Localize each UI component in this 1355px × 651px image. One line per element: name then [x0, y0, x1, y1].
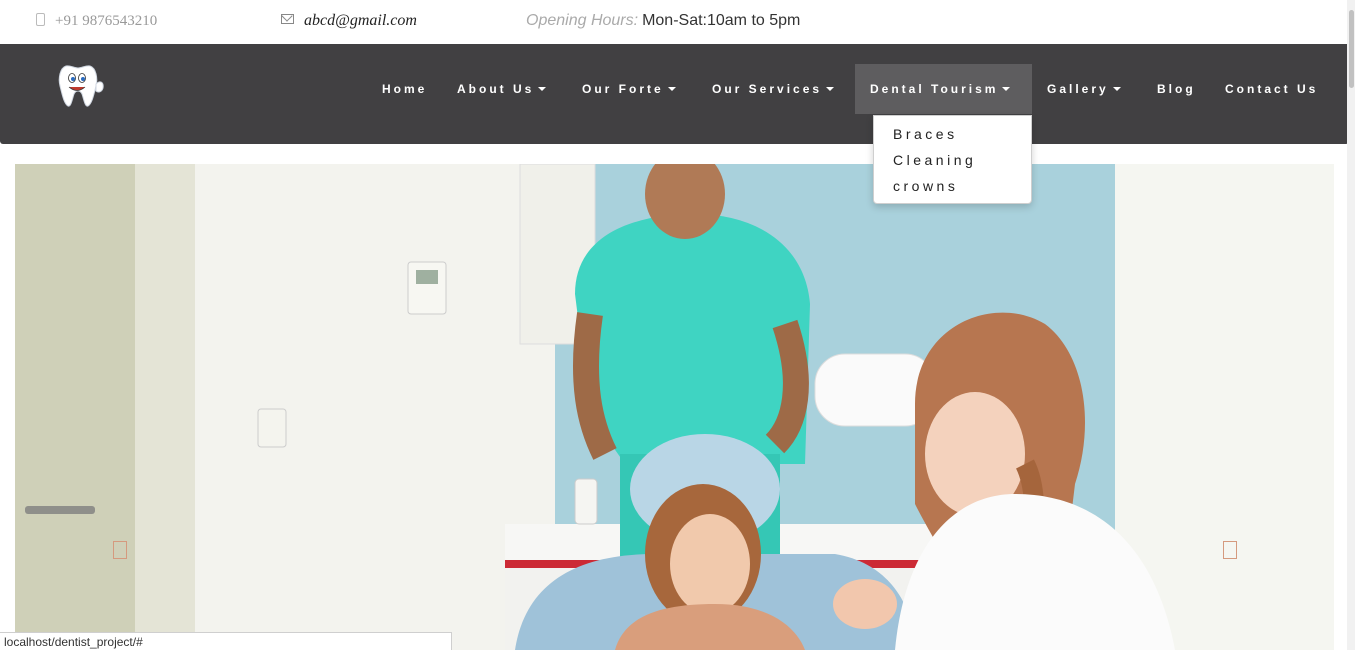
main-navbar: Home About Us Our Forte Our Services Den… [0, 44, 1349, 144]
scrollbar-thumb[interactable] [1349, 10, 1354, 88]
nav-blog-label: Blog [1157, 82, 1196, 96]
nav-dental-tourism-label: Dental Tourism [870, 82, 999, 96]
nav-about-us[interactable]: About Us [457, 64, 547, 114]
nav-gallery-label: Gallery [1047, 82, 1109, 96]
email-address: abcd@gmail.com [304, 12, 417, 29]
prev-arrow-icon[interactable] [113, 541, 127, 559]
nav-contact-us[interactable]: Contact Us [1225, 64, 1318, 114]
dropdown-item-cleaning[interactable]: Cleaning [893, 150, 976, 170]
mail-icon [281, 14, 294, 24]
dental-tourism-dropdown: Braces Cleaning crowns [873, 115, 1032, 204]
email-contact[interactable]: abcd@gmail.com [281, 11, 417, 31]
nav-blog[interactable]: Blog [1157, 64, 1196, 114]
hero-image [15, 164, 1334, 650]
page-scrollbar[interactable] [1347, 0, 1355, 650]
nav-about-us-label: About Us [457, 82, 535, 96]
caret-down-icon [667, 87, 676, 91]
top-contact-bar: +91 9876543210 abcd@gmail.com Opening Ho… [0, 0, 1347, 44]
opening-hours: Opening Hours: Mon-Sat:10am to 5pm [526, 11, 800, 31]
tooth-logo[interactable] [52, 56, 108, 112]
hero-slider [15, 164, 1334, 650]
browser-status-url: localhost/dentist_project/# [0, 632, 452, 650]
dropdown-item-braces[interactable]: Braces [893, 124, 958, 144]
nav-home-label: Home [382, 82, 428, 96]
phone-icon [36, 13, 45, 26]
next-arrow-icon[interactable] [1223, 541, 1237, 559]
caret-down-icon [538, 87, 547, 91]
caret-down-icon [826, 87, 835, 91]
nav-our-services[interactable]: Our Services [712, 64, 835, 114]
opening-hours-value: Mon-Sat:10am to 5pm [642, 12, 801, 29]
nav-our-forte-label: Our Forte [582, 82, 664, 96]
nav-dental-tourism[interactable]: Dental Tourism [855, 64, 1032, 114]
nav-contact-us-label: Contact Us [1225, 82, 1319, 96]
caret-down-icon [1002, 87, 1011, 91]
nav-our-forte[interactable]: Our Forte [582, 64, 676, 114]
dropdown-item-crowns[interactable]: crowns [893, 176, 958, 196]
nav-home[interactable]: Home [382, 64, 427, 114]
nav-our-services-label: Our Services [712, 82, 823, 96]
nav-gallery[interactable]: Gallery [1047, 64, 1121, 114]
phone-number: +91 9876543210 [55, 13, 158, 29]
caret-down-icon [1112, 87, 1121, 91]
opening-hours-label: Opening Hours: [526, 12, 639, 29]
phone-contact[interactable]: +91 9876543210 [36, 11, 157, 31]
